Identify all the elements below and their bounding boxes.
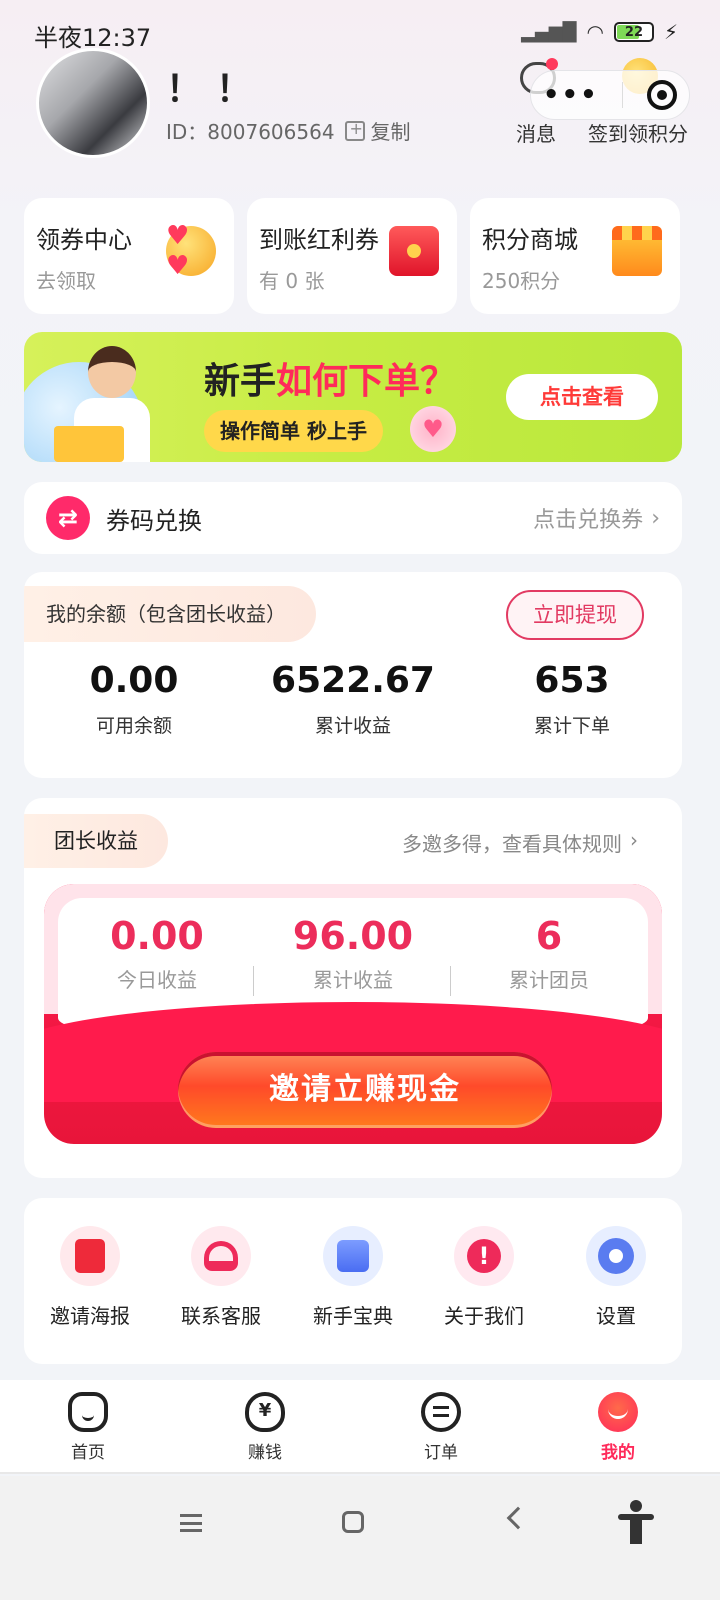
notification-dot [546,58,558,70]
copy-icon [344,119,365,141]
info-icon: ! [467,1239,501,1273]
red-envelope-icon [389,226,439,276]
points-mall-card[interactable]: 积分商城 250积分 [470,198,680,314]
tab-home[interactable]: 首页 [38,1392,138,1463]
settings-item[interactable]: 设置 [550,1226,682,1329]
accessibility-icon[interactable] [618,1500,654,1544]
home-icon [68,1392,108,1432]
order-icon [421,1392,461,1432]
team-total-earnings: 96.00 累计收益 [292,914,414,992]
headset-icon [204,1241,238,1271]
coupon-center-card[interactable]: 领券中心 去领取 ♥ ♥ [24,198,234,314]
status-icons: ▂▄▆█ ◠ 22 ⚡ [521,20,678,44]
balance-tag: 我的余额（包含团长收益） [24,586,316,642]
messages-label[interactable]: 消息 [516,118,556,147]
available-balance: 0.00 可用余额 [89,660,179,737]
customer-service-item[interactable]: 联系客服 [155,1226,287,1329]
tab-earn[interactable]: ¥ 赚钱 [215,1392,315,1463]
bonus-coupon-card[interactable]: 到账红利券 有 0 张 [247,198,457,314]
wifi-icon: ◠ [586,20,604,44]
banner-subline: 操作简单 秒上手 [204,410,383,452]
chevron-right-icon: › [651,505,660,531]
charging-icon: ⚡ [663,20,678,44]
banner-character-illustration [54,338,152,462]
guide-item[interactable]: 新手宝典 [287,1226,419,1329]
user-id: ID：8007606564 [166,120,335,144]
total-earnings: 6522.67 累计收益 [271,660,435,737]
username: ！！ [166,69,267,110]
avatar[interactable] [36,48,150,158]
mini-program-capsule: ••• [530,70,690,120]
withdraw-button[interactable]: 立即提现 [506,590,644,640]
tab-orders[interactable]: 订单 [391,1392,491,1463]
team-tag: 团长收益 [24,814,168,868]
checkin-label[interactable]: 签到领积分 [588,118,688,147]
chevron-right-icon: › [630,828,638,852]
coupon-exchange-row[interactable]: ⇄ 券码兑换 点击兑换券 › [24,482,682,554]
tab-me[interactable]: 我的 [568,1392,668,1463]
profile-icon [598,1392,638,1432]
heart-eyes-face-icon: ♥ ♥ [166,221,216,281]
close-target-icon[interactable] [647,80,678,110]
signal-icon: ▂▄▆█ [521,21,577,43]
team-members: 6 累计团员 [509,914,589,992]
today-earnings: 0.00 今日收益 [110,914,204,992]
rules-link[interactable]: 多邀多得，查看具体规则 › [402,828,638,857]
view-guide-button[interactable]: 点击查看 [506,374,658,420]
user-id-row: ID：8007606564 复制 [166,116,411,145]
tools-grid: 邀请海报 联系客服 新手宝典 ! 关于我们 设置 [24,1198,682,1364]
home-button-icon[interactable] [342,1511,364,1533]
banner-headline: 新手如何下单？ [204,361,457,402]
balance-card: 我的余额（包含团长收益） 立即提现 0.00 可用余额 6522.67 累计收益… [24,572,682,778]
exchange-icon: ⇄ [46,496,90,540]
money-bag-icon: ¥ [245,1392,285,1432]
bottom-tab-bar: 首页 ¥ 赚钱 订单 我的 [0,1380,720,1474]
team-stats-panel: 0.00 今日收益 96.00 累计收益 6 累计团员 邀请立赚现金 [44,884,662,1144]
battery-icon: 22 [613,22,654,42]
invite-poster-item[interactable]: 邀请海报 [24,1226,156,1329]
more-icon[interactable]: ••• [543,82,599,108]
invite-earn-button[interactable]: 邀请立赚现金 [178,1052,552,1128]
heart-icon: ♥ [410,406,456,452]
coupon-exchange-action[interactable]: 点击兑换券 › [533,502,660,534]
red-envelope-icon [75,1239,105,1273]
about-us-item[interactable]: ! 关于我们 [418,1226,550,1329]
system-nav-bar [0,1476,720,1600]
gear-icon [598,1238,634,1274]
team-earnings-card: 团长收益 多邀多得，查看具体规则 › 0.00 今日收益 96.00 累计收益 6… [24,798,682,1178]
newbie-guide-banner[interactable]: 新手如何下单？ 操作简单 秒上手 ♥ 点击查看 [24,332,682,462]
total-orders: 653 累计下单 [533,660,610,737]
back-icon[interactable] [506,1506,530,1530]
coupon-exchange-title: 券码兑换 [106,506,202,535]
shop-icon [612,226,662,276]
guide-book-icon [337,1240,369,1272]
recent-apps-icon[interactable] [180,1514,202,1532]
copy-button[interactable]: 复制 [344,116,411,145]
